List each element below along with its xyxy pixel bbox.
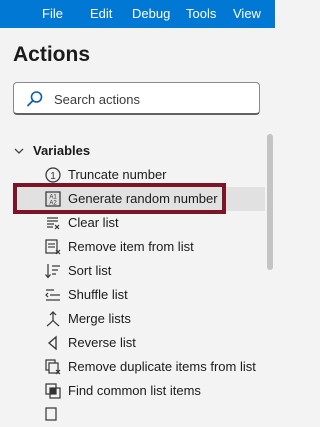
action-label: Find common list items [68, 383, 201, 398]
menu-view[interactable]: View [233, 0, 261, 28]
action-label: Reverse list [68, 335, 136, 350]
clear-list-icon [47, 217, 60, 230]
action-label: Remove duplicate items from list [68, 359, 256, 374]
search-icon [27, 91, 43, 107]
action-sort-list[interactable]: Sort list [40, 259, 265, 283]
list-icon [45, 407, 57, 421]
action-label: Remove item from list [68, 239, 194, 254]
menu-bar: File Edit Debug Tools View [0, 0, 275, 28]
common-items-icon [45, 383, 61, 399]
group-label: Variables [33, 143, 91, 158]
sort-list-icon [45, 264, 60, 279]
menu-tools[interactable]: Tools [186, 0, 216, 28]
action-reverse-list[interactable]: Reverse list [40, 331, 265, 355]
truncate-number-icon: 1 [45, 167, 61, 183]
action-label: Clear list [68, 215, 119, 230]
scrollbar-thumb[interactable] [267, 134, 273, 270]
action-clear-list[interactable]: Clear list [40, 211, 265, 235]
menu-file[interactable]: File [42, 0, 63, 28]
menu-edit[interactable]: Edit [90, 0, 112, 28]
action-partial-item[interactable] [40, 403, 265, 427]
scrollbar[interactable] [264, 130, 276, 413]
svg-text:1: 1 [50, 171, 56, 182]
action-remove-duplicate-items[interactable]: Remove duplicate items from list [40, 355, 265, 379]
action-find-common-list-items[interactable]: Find common list items [40, 379, 265, 403]
merge-lists-icon [46, 311, 60, 327]
search-box[interactable] [13, 82, 260, 115]
panel-title: Actions [13, 43, 91, 66]
reverse-list-icon [48, 335, 57, 351]
search-input[interactable] [54, 90, 244, 108]
shuffle-list-icon [45, 289, 60, 301]
menu-debug[interactable]: Debug [132, 0, 170, 28]
action-label: Merge lists [68, 311, 131, 326]
action-merge-lists[interactable]: Merge lists [40, 307, 265, 331]
action-shuffle-list[interactable]: Shuffle list [40, 283, 265, 307]
action-label: Sort list [68, 263, 112, 278]
action-label: Shuffle list [68, 287, 128, 302]
action-label: Truncate number [68, 167, 167, 182]
chevron-down-icon [14, 148, 24, 154]
selection-highlight [13, 183, 226, 214]
remove-duplicates-icon [45, 359, 61, 375]
action-remove-item-from-list[interactable]: Remove item from list [40, 235, 265, 259]
remove-item-icon [45, 239, 61, 255]
